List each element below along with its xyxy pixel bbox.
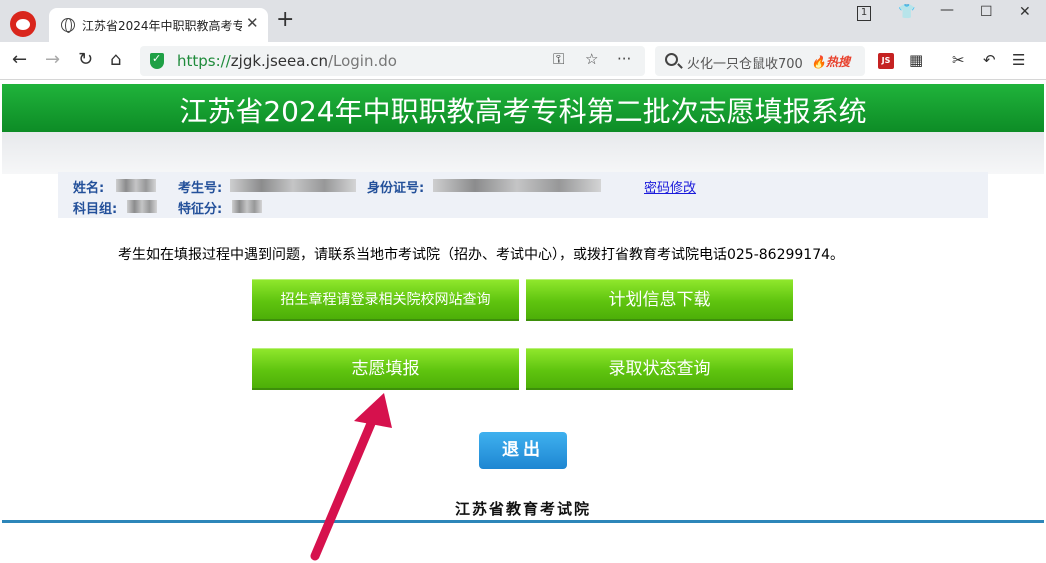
annotation-arrow-icon [310, 393, 392, 561]
